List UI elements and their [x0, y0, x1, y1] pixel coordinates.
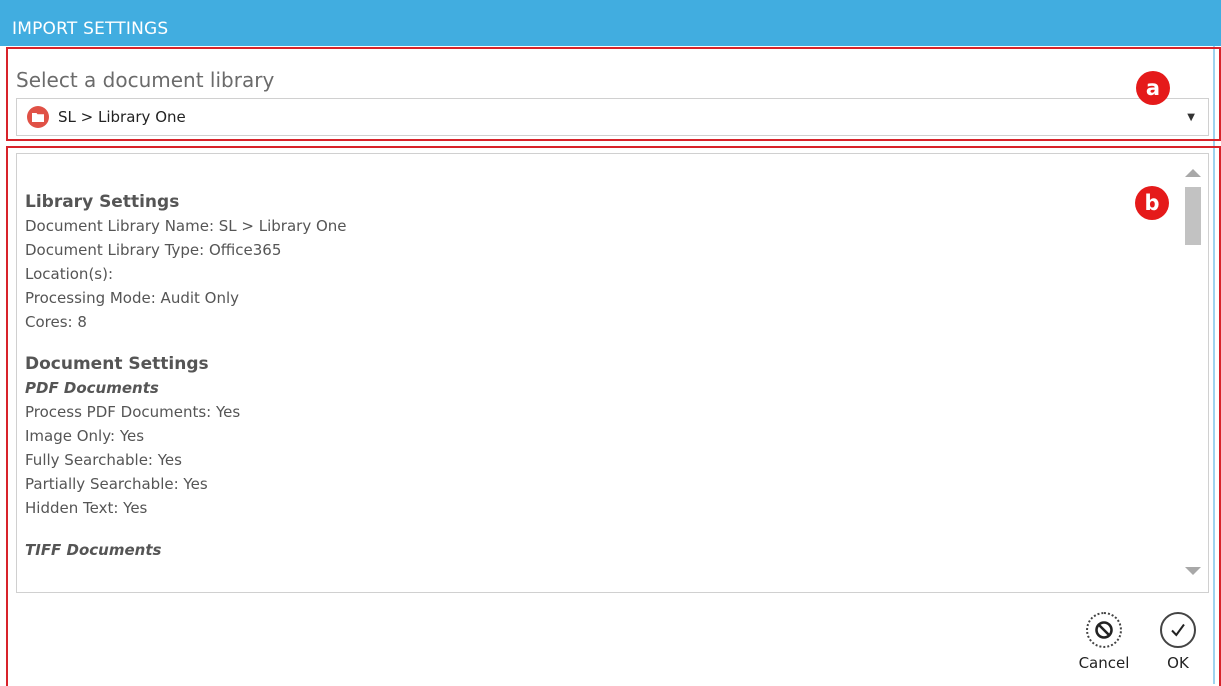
tiff-subheading: TIFF Documents [25, 541, 162, 559]
summary-line: Image Only: Yes [25, 427, 145, 445]
ok-label: OK [1167, 654, 1189, 672]
summary-line: Location(s): [25, 265, 114, 283]
settings-summary-content: Library Settings Document Library Name: … [25, 190, 347, 562]
summary-line: Processing Mode: Audit Only [25, 289, 240, 307]
cancel-icon [1086, 612, 1122, 648]
document-settings-heading: Document Settings [25, 354, 209, 374]
scroll-up-arrow-icon[interactable] [1185, 169, 1201, 177]
annotation-badge-a: a [1136, 71, 1170, 105]
summary-line: Process PDF Documents: Yes [25, 403, 241, 421]
title-bar: IMPORT SETTINGS [0, 0, 1221, 46]
cancel-button[interactable]: Cancel [1076, 612, 1132, 672]
scroll-down-arrow-icon[interactable] [1185, 567, 1201, 575]
chevron-down-icon: ▼ [1187, 112, 1195, 123]
ok-button[interactable]: OK [1158, 612, 1198, 672]
library-dropdown[interactable]: SL > Library One ▼ [16, 98, 1209, 136]
scrollbar-thumb[interactable] [1185, 187, 1201, 245]
summary-line: Cores: 8 [25, 313, 87, 331]
summary-line: Fully Searchable: Yes [25, 451, 182, 469]
checkmark-icon [1160, 612, 1196, 648]
window-title: IMPORT SETTINGS [12, 19, 169, 39]
annotation-badge-b: b [1135, 186, 1169, 220]
cancel-label: Cancel [1078, 654, 1130, 672]
library-select-label: Select a document library [16, 68, 275, 92]
library-settings-heading: Library Settings [25, 192, 180, 212]
summary-line: Document Library Name: SL > Library One [25, 217, 347, 235]
library-dropdown-value: SL > Library One [58, 108, 186, 126]
summary-line: Document Library Type: Office365 [25, 241, 282, 259]
settings-summary-panel[interactable]: Library Settings Document Library Name: … [16, 153, 1209, 593]
summary-line: Partially Searchable: Yes [25, 475, 208, 493]
summary-line: Hidden Text: Yes [25, 499, 148, 517]
folder-icon [27, 106, 49, 128]
pdf-subheading: PDF Documents [25, 379, 159, 397]
